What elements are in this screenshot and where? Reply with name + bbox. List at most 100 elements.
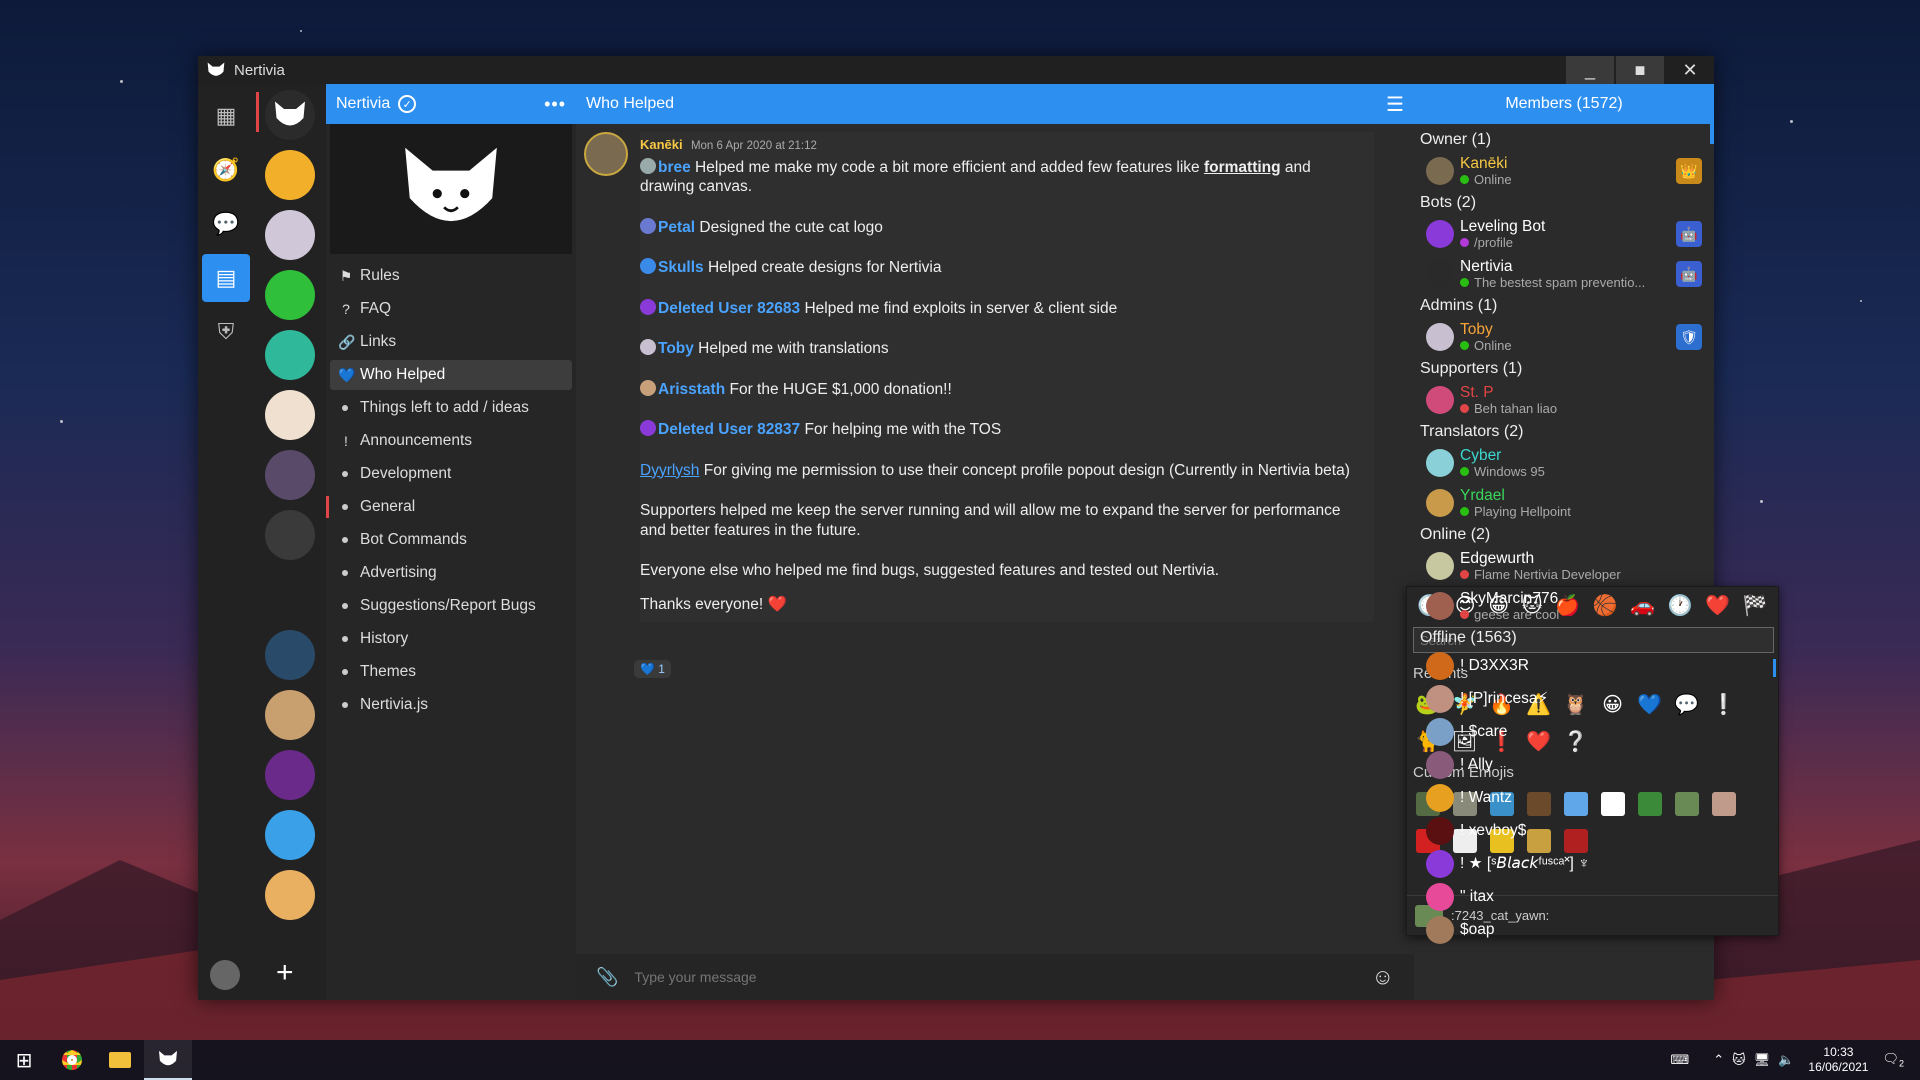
network-icon[interactable]: 🖥 — [1754, 1052, 1771, 1068]
mention[interactable]: Arisstath — [658, 381, 725, 398]
attach-file-icon[interactable]: 📎 — [596, 967, 618, 988]
member-item[interactable]: " itax — [1420, 880, 1708, 913]
member-item[interactable]: ! D3XX3R — [1420, 649, 1708, 682]
nertivia-tray-icon[interactable]: 🐱 — [1732, 1052, 1746, 1068]
mention[interactable]: Toby — [658, 340, 694, 357]
channel-label: Rules — [360, 267, 400, 284]
hamburger-menu-icon[interactable]: ☰ — [1386, 92, 1404, 117]
server-header[interactable]: Nertivia ✓ ••• — [326, 84, 576, 124]
server-icon[interactable] — [265, 630, 315, 680]
member-item[interactable]: Kanēki Online 👑 — [1420, 151, 1708, 191]
channel-item[interactable]: Development — [330, 459, 572, 489]
member-name: SkyMarcin776 — [1460, 590, 1559, 607]
clock[interactable]: 10:33 16/06/2021 — [1808, 1045, 1868, 1075]
channel-item[interactable]: ! Announcements — [330, 426, 572, 456]
member-item[interactable]: ! $care — [1420, 715, 1708, 748]
channel-item[interactable]: Nertivia.js — [330, 690, 572, 720]
reactions: 💙 1 — [590, 660, 671, 678]
chrome-icon[interactable] — [48, 1040, 96, 1080]
member-item[interactable]: Toby Online 🛡 — [1420, 317, 1708, 357]
channel-item[interactable]: Bot Commands — [330, 525, 572, 555]
message-text: Designed the cute cat logo — [695, 218, 883, 236]
server-icon[interactable] — [265, 150, 315, 200]
channel-item[interactable]: General — [326, 492, 572, 522]
keyboard-icon[interactable]: ⌨ — [1670, 1052, 1689, 1068]
nertivia-taskbar-icon[interactable] — [144, 1040, 192, 1080]
channel-item[interactable]: 🔗 Links — [330, 327, 572, 357]
member-item[interactable]: SkyMarcin776 geese are cool — [1420, 586, 1708, 626]
user-avatar[interactable] — [210, 960, 240, 990]
message-link[interactable]: Dyyrlysh — [640, 462, 699, 479]
minimize-button[interactable]: _ — [1566, 56, 1614, 84]
member-item[interactable]: ! Ally — [1420, 748, 1708, 781]
admin-shield-icon[interactable]: ⛨ — [202, 308, 250, 356]
member-role-title: Owner (1) — [1420, 131, 1492, 148]
server-icon[interactable] — [265, 810, 315, 860]
server-icon[interactable] — [265, 330, 315, 380]
mention[interactable]: Deleted User 82683 — [658, 300, 800, 317]
server-menu-button[interactable]: ••• — [544, 94, 566, 115]
member-item[interactable]: ! [P]rincesa⚡ — [1420, 682, 1708, 715]
channel-item[interactable]: 💙 Who Helped — [330, 360, 572, 390]
add-server-button[interactable]: + — [276, 956, 294, 990]
emoji-scrollbar[interactable] — [1773, 659, 1776, 677]
member-item[interactable]: Edgewurth Flame Nertivia Developer — [1420, 546, 1708, 586]
member-item[interactable]: St. P Beh tahan liao — [1420, 380, 1708, 420]
member-item[interactable]: Yrdael Playing Hellpoint — [1420, 483, 1708, 523]
file-explorer-icon[interactable] — [96, 1040, 144, 1080]
server-icon[interactable] — [265, 450, 315, 500]
member-item[interactable]: ! Wantz — [1420, 781, 1708, 814]
member-scrollbar[interactable] — [1710, 124, 1714, 144]
channel-item[interactable]: Things left to add / ideas — [330, 393, 572, 423]
server-icon[interactable] — [265, 510, 315, 560]
emoji-category-icon[interactable]: 🏁 — [1743, 593, 1768, 618]
channel-item[interactable]: ? FAQ — [330, 294, 572, 324]
member-avatar — [1426, 386, 1454, 414]
server-icon[interactable] — [265, 690, 315, 740]
mention[interactable]: Petal — [658, 219, 695, 236]
close-button[interactable]: ✕ — [1666, 56, 1714, 84]
member-info: ! ★ [ˢ𝘉𝘭𝘢𝘤𝘬ᶠᵘˢᶜᵃ˟] ♆ — [1460, 855, 1708, 872]
server-icon[interactable] — [265, 390, 315, 440]
member-item[interactable]: Cyber Windows 95 — [1420, 443, 1708, 483]
member-item[interactable]: $oap — [1420, 913, 1708, 946]
server-icon[interactable] — [265, 270, 315, 320]
windows-start-icon[interactable]: ⊞ — [0, 1040, 48, 1080]
emoji-button[interactable]: ☺ — [1372, 964, 1394, 990]
status-dot-icon — [1460, 467, 1469, 476]
tray-expand-icon[interactable]: ⌃ — [1713, 1052, 1724, 1068]
channel-item[interactable]: History — [330, 624, 572, 654]
server-icon[interactable] — [265, 870, 315, 920]
mention[interactable]: bree — [658, 159, 691, 176]
message-author-avatar[interactable] — [584, 132, 628, 176]
server-icon[interactable] — [265, 750, 315, 800]
server-nertivia[interactable] — [265, 90, 315, 140]
message-input[interactable] — [634, 969, 1335, 985]
channel-item[interactable]: Themes — [330, 657, 572, 687]
message-author[interactable]: Kanēki — [640, 137, 683, 152]
clock-date: 16/06/2021 — [1808, 1060, 1869, 1074]
member-item[interactable]: ! xevboy$ — [1420, 814, 1708, 847]
status-dot-icon — [1460, 341, 1469, 350]
message-list: Kanēki Mon 6 Apr 2020 at 21:12 bree Help… — [576, 124, 1779, 954]
notifications-icon[interactable]: 🗨2 — [1882, 1051, 1904, 1069]
direct-messages-icon[interactable]: 💬 — [202, 200, 250, 248]
channel-item[interactable]: ⚑ Rules — [330, 261, 572, 291]
maximize-button[interactable]: ■ — [1616, 56, 1664, 84]
mention[interactable]: Deleted User 82837 — [658, 421, 800, 438]
volume-icon[interactable]: 🔈 — [1778, 1052, 1794, 1068]
server-icon[interactable] — [265, 570, 315, 620]
notification-count: 2 — [1898, 1058, 1904, 1069]
explore-icon[interactable]: 🧭 — [202, 146, 250, 194]
servers-icon[interactable]: ▤ — [202, 254, 250, 302]
channel-item[interactable]: Advertising — [330, 558, 572, 588]
server-icon[interactable] — [265, 210, 315, 260]
title-bar[interactable]: Nertivia _ ■ ✕ — [198, 56, 1714, 84]
member-item[interactable]: Leveling Bot/profile 🤖 — [1420, 214, 1708, 254]
reaction-button[interactable]: 💙 1 — [634, 660, 671, 678]
mention[interactable]: Skulls — [658, 259, 704, 276]
member-item[interactable]: Nertivia The bestest spam preventio... 🤖 — [1420, 254, 1708, 294]
channel-item[interactable]: Suggestions/Report Bugs — [330, 591, 572, 621]
member-item[interactable]: ! ★ [ˢ𝘉𝘭𝘢𝘤𝘬ᶠᵘˢᶜᵃ˟] ♆ — [1420, 847, 1708, 880]
dashboard-icon[interactable]: ▦ — [202, 92, 250, 140]
